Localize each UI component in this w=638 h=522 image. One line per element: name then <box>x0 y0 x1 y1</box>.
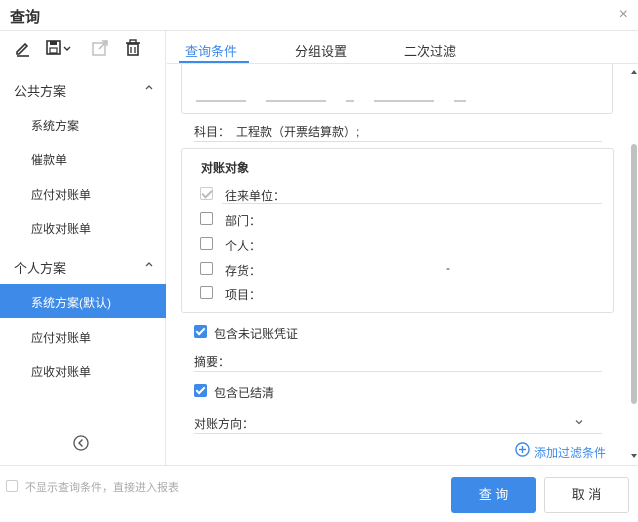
inventory-range-separator: - <box>446 261 450 275</box>
include-settled-checkbox[interactable] <box>194 384 207 397</box>
person-checkbox[interactable] <box>200 237 213 250</box>
tab-bar: 查询条件 分组设置 二次过滤 <box>167 31 638 64</box>
edit-icon[interactable] <box>14 39 32 57</box>
include-unposted-label: 包含未记账凭证 <box>214 327 299 341</box>
personal-scheme-header[interactable]: 个人方案 <box>0 251 166 281</box>
inventory-label: 存货： <box>225 264 262 278</box>
query-conditions-content: 科目： 工程款（开票结算款）; 对账对象 往来单位： 部门： 个人： 存货： - <box>167 64 630 465</box>
project-label: 项目： <box>225 288 262 302</box>
partner-label: 往来单位： <box>225 189 286 203</box>
chevron-up-icon <box>145 262 153 267</box>
chevron-up-icon <box>145 85 153 90</box>
save-icon[interactable] <box>46 39 72 57</box>
date-range-box <box>181 64 613 114</box>
sidebar-item-label: 催款单 <box>31 153 68 167</box>
cancel-button[interactable]: 取 消 <box>544 477 629 513</box>
sidebar-item-label: 系统方案 <box>31 119 80 133</box>
project-checkbox[interactable] <box>200 286 213 299</box>
sidebar-item-label: 应收对账单 <box>31 365 92 379</box>
partner-checkbox[interactable] <box>200 187 213 200</box>
partner-input-line[interactable] <box>222 203 602 204</box>
content-scrollbar[interactable] <box>630 64 638 465</box>
personal-scheme-label: 个人方案 <box>14 261 67 276</box>
query-button[interactable]: 查 询 <box>451 477 536 513</box>
include-unposted-checkbox[interactable] <box>194 325 207 338</box>
sidebar-item-public-payable[interactable]: 应付对账单 <box>0 176 166 210</box>
sidebar-item-public-dunning[interactable]: 催款单 <box>0 141 166 175</box>
close-icon[interactable]: × <box>619 6 628 24</box>
summary-field[interactable]: 摘要： <box>194 350 602 372</box>
sidebar-item-personal-system-default[interactable]: 系统方案(默认) <box>0 284 166 318</box>
department-checkbox[interactable] <box>200 212 213 225</box>
inventory-checkbox[interactable] <box>200 262 213 275</box>
summary-label: 摘要： <box>194 355 231 369</box>
sidebar-item-label: 应收对账单 <box>31 222 92 236</box>
add-filter-label: 添加过滤条件 <box>534 446 607 460</box>
collapse-sidebar-icon[interactable] <box>72 434 90 452</box>
scheme-toolbar <box>0 31 166 67</box>
subject-value: 工程款（开票结算款）; <box>236 125 360 139</box>
object-row-department: 部门： <box>200 211 600 229</box>
reconcile-object-title: 对账对象 <box>201 161 250 175</box>
tab-secondary-filter[interactable]: 二次过滤 <box>404 41 456 60</box>
direction-select[interactable]: 对账方向： <box>194 412 602 434</box>
dialog-footer: 不显示查询条件，直接进入报表 查 询 取 消 <box>0 465 638 522</box>
sidebar-item-label: 应付对账单 <box>31 188 92 202</box>
export-icon[interactable] <box>91 39 109 57</box>
object-row-person: 个人： <box>200 236 600 254</box>
object-row-project: 项目： <box>200 285 600 303</box>
sidebar-item-personal-payable[interactable]: 应付对账单 <box>0 319 166 353</box>
person-label: 个人： <box>225 239 262 253</box>
sidebar-item-label: 系统方案(默认) <box>31 296 111 310</box>
plus-circle-icon <box>515 442 530 457</box>
object-row-inventory: 存货： - <box>200 261 600 279</box>
sidebar-item-public-receivable[interactable]: 应收对账单 <box>0 210 166 244</box>
sidebar-item-public-system[interactable]: 系统方案 <box>0 107 166 141</box>
clipped-date-fields <box>196 93 496 103</box>
department-label: 部门： <box>225 214 262 228</box>
chevron-down-icon <box>575 420 583 425</box>
active-tab-indicator <box>179 61 249 63</box>
reconcile-object-group: 对账对象 往来单位： 部门： 个人： 存货： - 项目： <box>181 148 614 313</box>
tab-group-settings[interactable]: 分组设置 <box>295 41 347 60</box>
skip-conditions-label: 不显示查询条件，直接进入报表 <box>25 482 179 494</box>
object-row-partner: 往来单位： <box>200 186 602 204</box>
public-scheme-label: 公共方案 <box>14 84 67 99</box>
include-settled-label: 包含已结清 <box>214 386 275 400</box>
public-scheme-header[interactable]: 公共方案 <box>0 74 166 104</box>
scroll-thumb[interactable] <box>631 144 637 404</box>
tab-query-conditions[interactable]: 查询条件 <box>185 41 237 60</box>
subject-label: 科目： <box>194 125 231 139</box>
subject-field[interactable]: 科目： 工程款（开票结算款）; <box>194 120 602 142</box>
title-bar: 查询 × <box>0 0 638 31</box>
sidebar-item-label: 应付对账单 <box>31 331 92 345</box>
scroll-down-icon[interactable] <box>631 454 637 458</box>
window-title: 查询 <box>10 9 41 26</box>
scroll-up-icon[interactable] <box>631 70 637 74</box>
direction-label: 对账方向： <box>194 417 255 431</box>
scheme-sidebar: 公共方案 系统方案 催款单 应付对账单 应收对账单 个人方案 系统方案(默认) … <box>0 31 166 465</box>
skip-conditions-checkbox[interactable] <box>6 480 18 492</box>
sidebar-item-personal-receivable[interactable]: 应收对账单 <box>0 353 166 387</box>
query-panel: 查询条件 分组设置 二次过滤 科目： 工程款（开票结算款）; 对账对象 往来单位… <box>167 31 638 465</box>
delete-icon[interactable] <box>124 39 142 57</box>
